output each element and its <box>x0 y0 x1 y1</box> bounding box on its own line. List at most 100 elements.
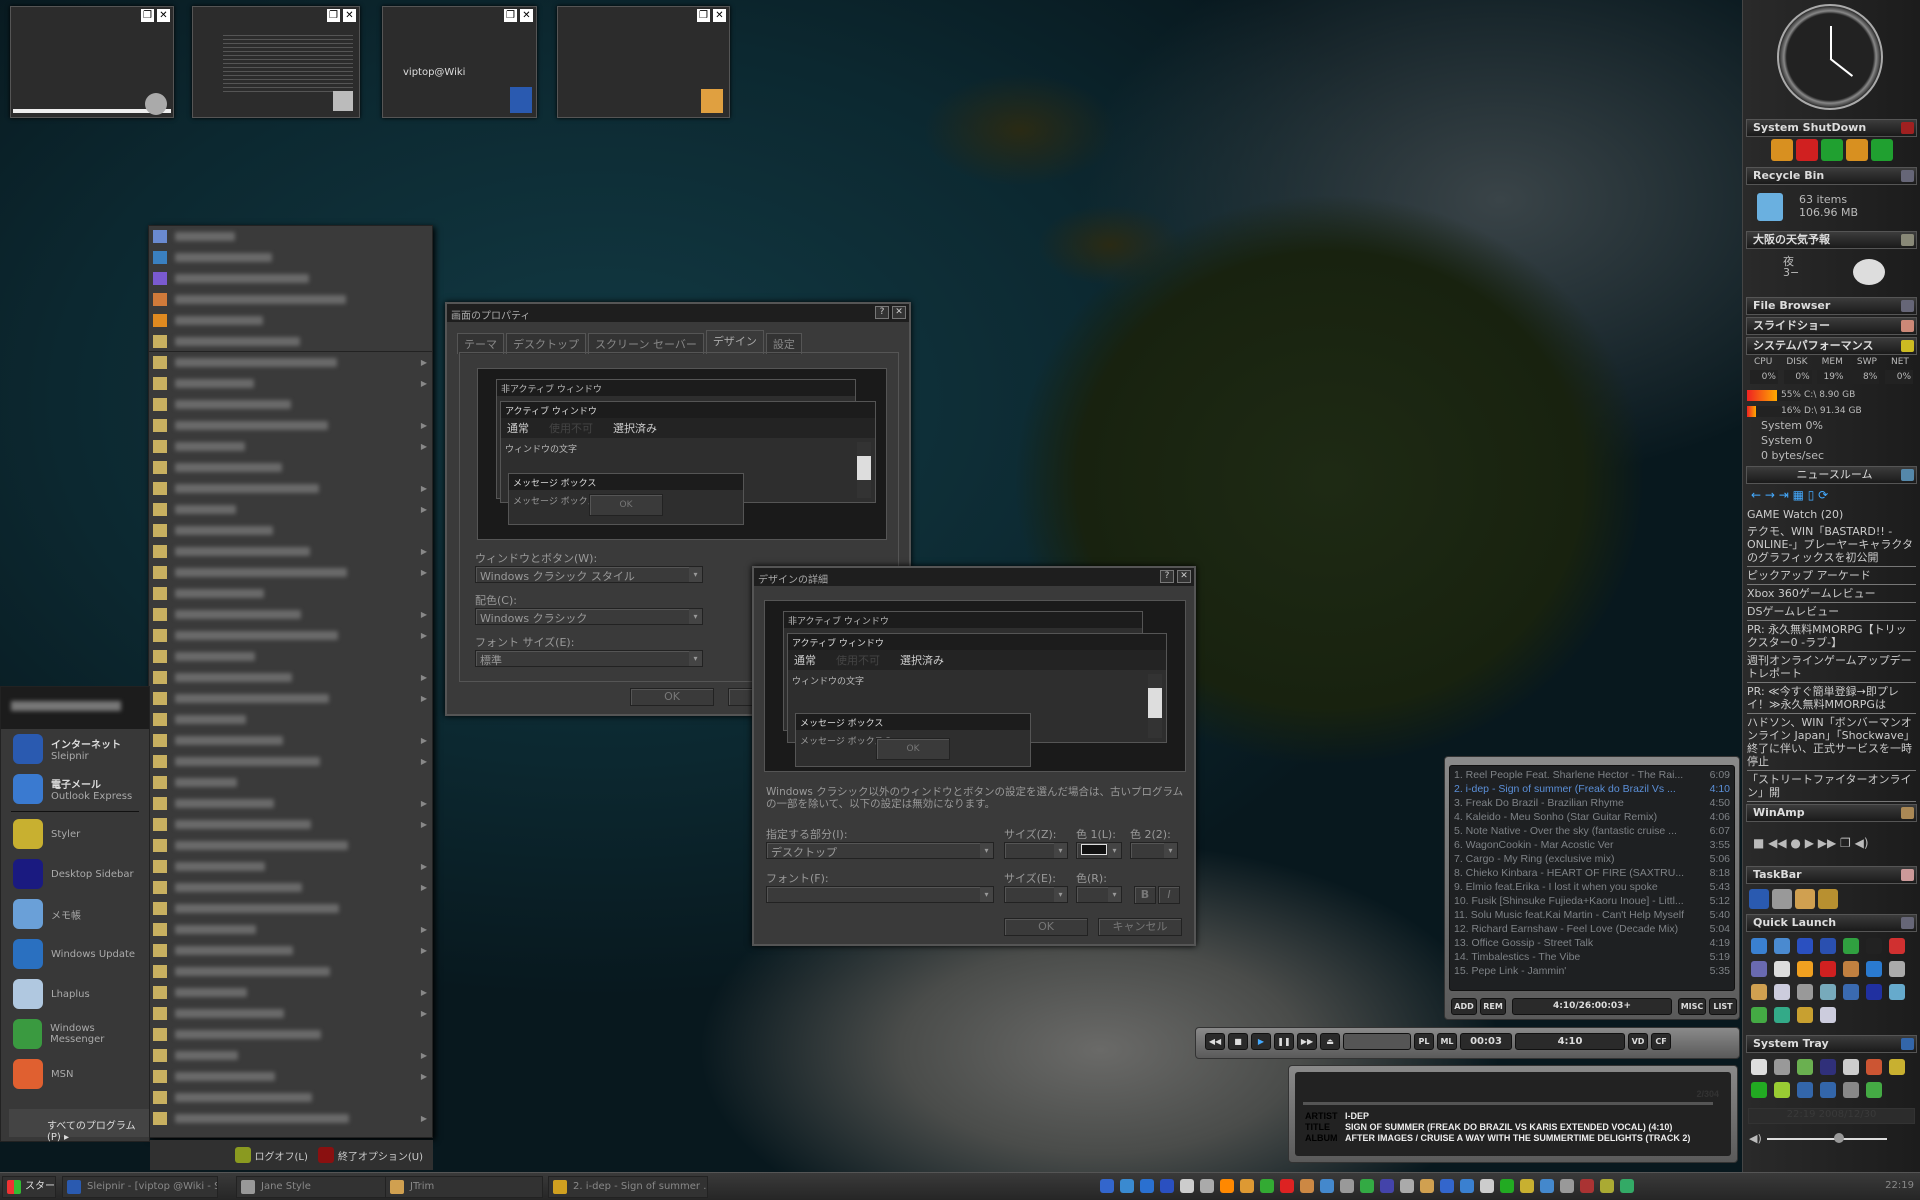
quick-launch-header[interactable]: Quick Launch <box>1746 914 1917 932</box>
taskbar-launch-icon[interactable] <box>1380 1179 1394 1193</box>
program-menu-item[interactable]: ▶ <box>149 793 432 814</box>
restore-icon[interactable]: ❐ <box>697 9 710 22</box>
list-button[interactable]: LIST <box>1709 998 1737 1015</box>
program-menu-item[interactable]: ▶ <box>149 751 432 772</box>
program-menu-item[interactable] <box>149 247 432 268</box>
window-thumbnail[interactable]: ❐ ✕ <box>192 6 360 118</box>
playlist-item[interactable]: 10. Fusik [Shinsuke Fujieda+Kaoru Inoue]… <box>1454 894 1730 908</box>
program-menu-item[interactable]: ▶ <box>149 499 432 520</box>
program-menu-item[interactable] <box>149 1087 432 1108</box>
program-menu-item[interactable] <box>149 289 432 310</box>
add-button[interactable]: ADD <box>1451 998 1477 1015</box>
pinned-item[interactable]: 電子メール Outlook Express <box>1 769 149 809</box>
windows-buttons-select[interactable]: Windows クラシック スタイル <box>475 566 703 583</box>
taskbar-launch-icon[interactable] <box>1400 1179 1414 1193</box>
program-menu-item[interactable]: ▶ <box>149 373 432 394</box>
quick-launch-icon[interactable] <box>1889 938 1905 954</box>
program-menu-item[interactable]: ▶ <box>149 730 432 751</box>
news-item[interactable]: 「ストリートファイターオンライン」開 <box>1747 771 1916 802</box>
all-programs-button[interactable]: すべてのプログラム(P) ▸ <box>9 1109 149 1143</box>
quick-launch-icon[interactable] <box>1797 938 1813 954</box>
taskbar-button[interactable]: Sleipnir - [viptop @Wiki - St... <box>62 1176 218 1198</box>
recent-item[interactable]: MSN <box>1 1054 149 1094</box>
quick-launch-icon[interactable] <box>1820 984 1836 1000</box>
taskbar-button[interactable]: JTrim <box>385 1176 543 1198</box>
taskbar-launch-icon[interactable] <box>1620 1179 1634 1193</box>
quick-launch-icon[interactable] <box>1843 984 1859 1000</box>
news-item[interactable]: PR: 永久無料MMORPG【トリックスター0 -ラブ-】 <box>1747 621 1916 652</box>
playlist-item[interactable]: 5. Note Native - Over the sky (fantastic… <box>1454 824 1730 838</box>
file-browser-header[interactable]: File Browser <box>1746 297 1917 315</box>
winamp-header[interactable]: WinAmp <box>1746 804 1917 822</box>
close-button[interactable]: ✕ <box>892 306 906 319</box>
window-thumbnail[interactable]: ❐ ✕ <box>10 6 174 118</box>
news-item[interactable]: DSゲームレビュー <box>1747 603 1916 621</box>
quick-launch-icon[interactable] <box>1866 961 1882 977</box>
winamp-controls[interactable]: ■ ◀◀ ● ▶ ▶▶ ❐ ◀) <box>1743 824 1920 864</box>
program-menu-item[interactable]: ▶ <box>149 415 432 436</box>
performance-header[interactable]: システムパフォーマンス <box>1746 337 1917 355</box>
quick-launch-icon[interactable] <box>1843 938 1859 954</box>
taskbar-launch-icon[interactable] <box>1440 1179 1454 1193</box>
quick-launch-icon[interactable] <box>1797 1007 1813 1023</box>
close-icon[interactable]: ✕ <box>520 9 533 22</box>
restore-icon[interactable]: ❐ <box>327 9 340 22</box>
playlist-item[interactable]: 15. Pepe Link - Jammin' 5:35 <box>1454 964 1730 978</box>
news-item[interactable]: ピックアップ アーケード <box>1747 567 1916 585</box>
quick-launch-icon[interactable] <box>1820 961 1836 977</box>
quick-launch-icon[interactable] <box>1889 961 1905 977</box>
quick-launch-icon[interactable] <box>1820 1007 1836 1023</box>
program-menu-item[interactable]: ▶ <box>149 688 432 709</box>
font-size-select[interactable]: 標準 <box>475 650 703 667</box>
window-thumbnail[interactable]: ❐ ✕ <box>557 6 730 118</box>
window-thumbnail[interactable]: ❐ ✕ viptop@Wiki <box>382 6 537 118</box>
tray-icon[interactable] <box>1797 1059 1813 1075</box>
news-toolbar[interactable]: ← → ⇥ ▦ ▯ ⟳ <box>1743 486 1920 506</box>
program-menu-item[interactable]: ▶ <box>149 352 432 373</box>
tray-icon[interactable] <box>1797 1082 1813 1098</box>
eject-button[interactable]: ⏏ <box>1320 1033 1340 1050</box>
news-item[interactable]: PR: ≪今すぐ簡単登録→即プレイ！≫永久無料MMORPGは <box>1747 683 1916 714</box>
taskbar-launch-icon[interactable] <box>1600 1179 1614 1193</box>
playlist-item[interactable]: 13. Office Gossip - Street Talk 4:19 <box>1454 936 1730 950</box>
program-menu-item[interactable] <box>149 394 432 415</box>
quick-launch-icon[interactable] <box>1774 1007 1790 1023</box>
quick-launch-icon[interactable] <box>1774 984 1790 1000</box>
quick-launch-icon[interactable] <box>1797 984 1813 1000</box>
playlist-item[interactable]: 4. Kaleido - Meu Sonho (Star Guitar Remi… <box>1454 810 1730 824</box>
news-item[interactable]: ハドソン、WIN「ボンバーマンオンライン Japan」「Shockwave」終了… <box>1747 714 1916 771</box>
cf-button[interactable]: CF <box>1651 1033 1671 1050</box>
shutdown-options-button[interactable]: 終了オプション(U) <box>317 1147 423 1163</box>
tray-icon[interactable] <box>1774 1082 1790 1098</box>
color-scheme-select[interactable]: Windows クラシック <box>475 608 703 625</box>
playlist-item[interactable]: 12. Richard Earnshaw - Feel Love (Decade… <box>1454 922 1730 936</box>
taskbar-launch-icon[interactable] <box>1260 1179 1274 1193</box>
close-icon[interactable]: ✕ <box>713 9 726 22</box>
taskbar-launch-icon[interactable] <box>1200 1179 1214 1193</box>
playlist-item[interactable]: 9. Elmio feat.Erika - I lost it when you… <box>1454 880 1730 894</box>
recent-item[interactable]: Windows Update <box>1 934 149 974</box>
taskbar-launch-icon[interactable] <box>1460 1179 1474 1193</box>
pl-button[interactable]: PL <box>1414 1033 1434 1050</box>
playlist-item[interactable]: 6. WagonCookin - Mar Acostic Ver 3:55 <box>1454 838 1730 852</box>
taskbar-launch-icon[interactable] <box>1100 1179 1114 1193</box>
ml-button[interactable]: ML <box>1437 1033 1457 1050</box>
program-menu-item[interactable] <box>149 457 432 478</box>
tab-4[interactable]: 設定 <box>765 333 802 354</box>
recent-item[interactable]: Lhaplus <box>1 974 149 1014</box>
program-menu-item[interactable] <box>149 709 432 730</box>
program-menu-item[interactable] <box>149 331 432 352</box>
jane-icon[interactable] <box>1772 889 1792 909</box>
quick-launch-icon[interactable] <box>1866 984 1882 1000</box>
program-menu-item[interactable] <box>149 898 432 919</box>
taskbar-launch-icon[interactable] <box>1340 1179 1354 1193</box>
start-button[interactable]: スタート <box>2 1176 56 1198</box>
volume-slider[interactable]: ◀) <box>1743 1130 1920 1150</box>
taskbar-launch-icon[interactable] <box>1480 1179 1494 1193</box>
taskbar-button[interactable]: Jane Style <box>236 1176 392 1198</box>
play-button[interactable]: ▶ <box>1251 1033 1271 1050</box>
quick-launch-icon[interactable] <box>1751 961 1767 977</box>
program-menu-item[interactable]: ▶ <box>149 814 432 835</box>
taskbar-launch-icon[interactable] <box>1360 1179 1374 1193</box>
taskbar-button[interactable]: 2. i-dep - Sign of summer ... <box>548 1176 708 1198</box>
